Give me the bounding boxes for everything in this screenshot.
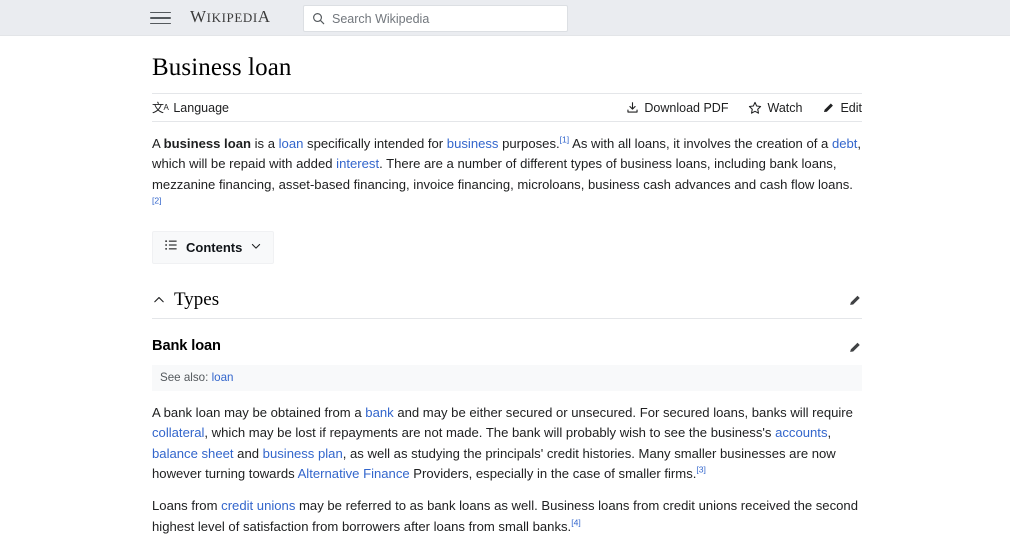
search-icon	[312, 12, 325, 25]
citation-2-link[interactable]: [2]	[152, 196, 162, 206]
link-interest[interactable]: interest	[336, 156, 379, 171]
language-label: Language	[173, 100, 229, 115]
lead-t1: A	[152, 136, 164, 151]
bank-loan-paragraph-2: Loans from credit unions may be referred…	[152, 496, 862, 537]
chevron-down-icon	[250, 239, 262, 257]
wordmark-w: W	[190, 7, 207, 26]
link-business-plan[interactable]: business plan	[263, 446, 343, 461]
hatnote-link-loan[interactable]: loan	[212, 371, 234, 384]
article-toolbar: 文A Language Download PDF Watch Edit	[152, 93, 862, 122]
article-content: Business loan 文A Language Download PDF W…	[0, 36, 1010, 549]
link-accounts[interactable]: accounts	[775, 425, 827, 440]
citation-2[interactable]: [2]	[152, 196, 162, 206]
lead-paragraph: A business loan is a loan specifically i…	[152, 134, 862, 215]
link-collateral[interactable]: collateral	[152, 425, 204, 440]
lead-bold-term: business loan	[163, 136, 251, 151]
chevron-up-icon[interactable]	[152, 293, 166, 307]
star-icon	[748, 101, 762, 115]
citation-1-link[interactable]: [1]	[560, 135, 570, 145]
edit-section-bank-loan-pencil-icon[interactable]	[848, 340, 862, 354]
edit-section-types-pencil-icon[interactable]	[848, 293, 862, 307]
download-icon	[626, 101, 639, 114]
hatnote-see-also: See also: loan	[152, 365, 862, 392]
section-heading-types: Types	[152, 288, 862, 320]
bank-loan-paragraph-1: A bank loan may be obtained from a bank …	[152, 403, 862, 484]
bl-p1-t2: and may be either secured or unsecured. …	[393, 405, 853, 421]
watch-button[interactable]: Watch	[748, 100, 802, 116]
citation-3[interactable]: [3]	[696, 465, 706, 475]
bl-p1-t1: A bank loan may be obtained from a	[152, 405, 366, 421]
citation-4[interactable]: [4]	[571, 517, 581, 527]
bl-p1-t7: Providers, especially in the case of sma…	[409, 466, 697, 482]
page-title: Business loan	[152, 54, 292, 81]
language-button[interactable]: 文A Language	[152, 100, 229, 116]
download-pdf-button[interactable]: Download PDF	[626, 100, 728, 116]
bl-p2-t1: Loans from	[152, 498, 222, 514]
citation-4-link[interactable]: [4]	[571, 517, 581, 527]
wikipedia-wordmark[interactable]: WIKIPEDIA	[190, 6, 271, 29]
heading-types: Types	[174, 289, 220, 311]
link-loan[interactable]: loan	[279, 136, 304, 151]
lead-t4: purposes.	[498, 136, 560, 151]
heading-bank-loan: Bank loan	[152, 338, 221, 355]
contents-button[interactable]: Contents	[152, 231, 275, 265]
bl-p1-t5: and	[233, 445, 263, 461]
list-icon	[164, 238, 178, 257]
link-bank[interactable]: bank	[365, 405, 393, 420]
contents-button-label: Contents	[186, 239, 243, 255]
link-business[interactable]: business	[447, 136, 499, 151]
download-pdf-label: Download PDF	[644, 100, 729, 115]
watch-label: Watch	[767, 100, 803, 115]
citation-1[interactable]: [1]	[560, 135, 570, 145]
hatnote-prefix: See also:	[160, 371, 212, 385]
subsection-heading-bank-loan: Bank loan	[152, 337, 862, 356]
bl-p1-t4: ,	[827, 425, 832, 441]
edit-button[interactable]: Edit	[822, 100, 862, 116]
lead-t2: is a	[250, 136, 279, 151]
pencil-icon	[822, 101, 835, 114]
wordmark-a: A	[257, 7, 271, 26]
search-box[interactable]	[303, 5, 568, 32]
bl-p1-t3: , which may be lost if repayments are no…	[204, 425, 776, 441]
search-input[interactable]	[332, 11, 559, 26]
wordmark-ikipedi: IKIPEDI	[206, 10, 258, 25]
language-icon: 文A	[152, 100, 169, 115]
citation-3-link[interactable]: [3]	[696, 465, 706, 475]
site-header: WIKIPEDIA	[0, 0, 1010, 36]
link-credit-unions[interactable]: credit unions	[221, 498, 295, 513]
lead-t5: As with all loans, it involves the creat…	[569, 136, 832, 151]
link-balance-sheet[interactable]: balance sheet	[152, 446, 234, 461]
edit-label: Edit	[840, 100, 862, 115]
link-debt[interactable]: debt	[832, 136, 857, 151]
link-alternative-finance[interactable]: Alternative Finance	[298, 466, 410, 481]
lead-t3: specifically intended for	[303, 136, 447, 151]
hamburger-icon[interactable]	[150, 8, 171, 28]
